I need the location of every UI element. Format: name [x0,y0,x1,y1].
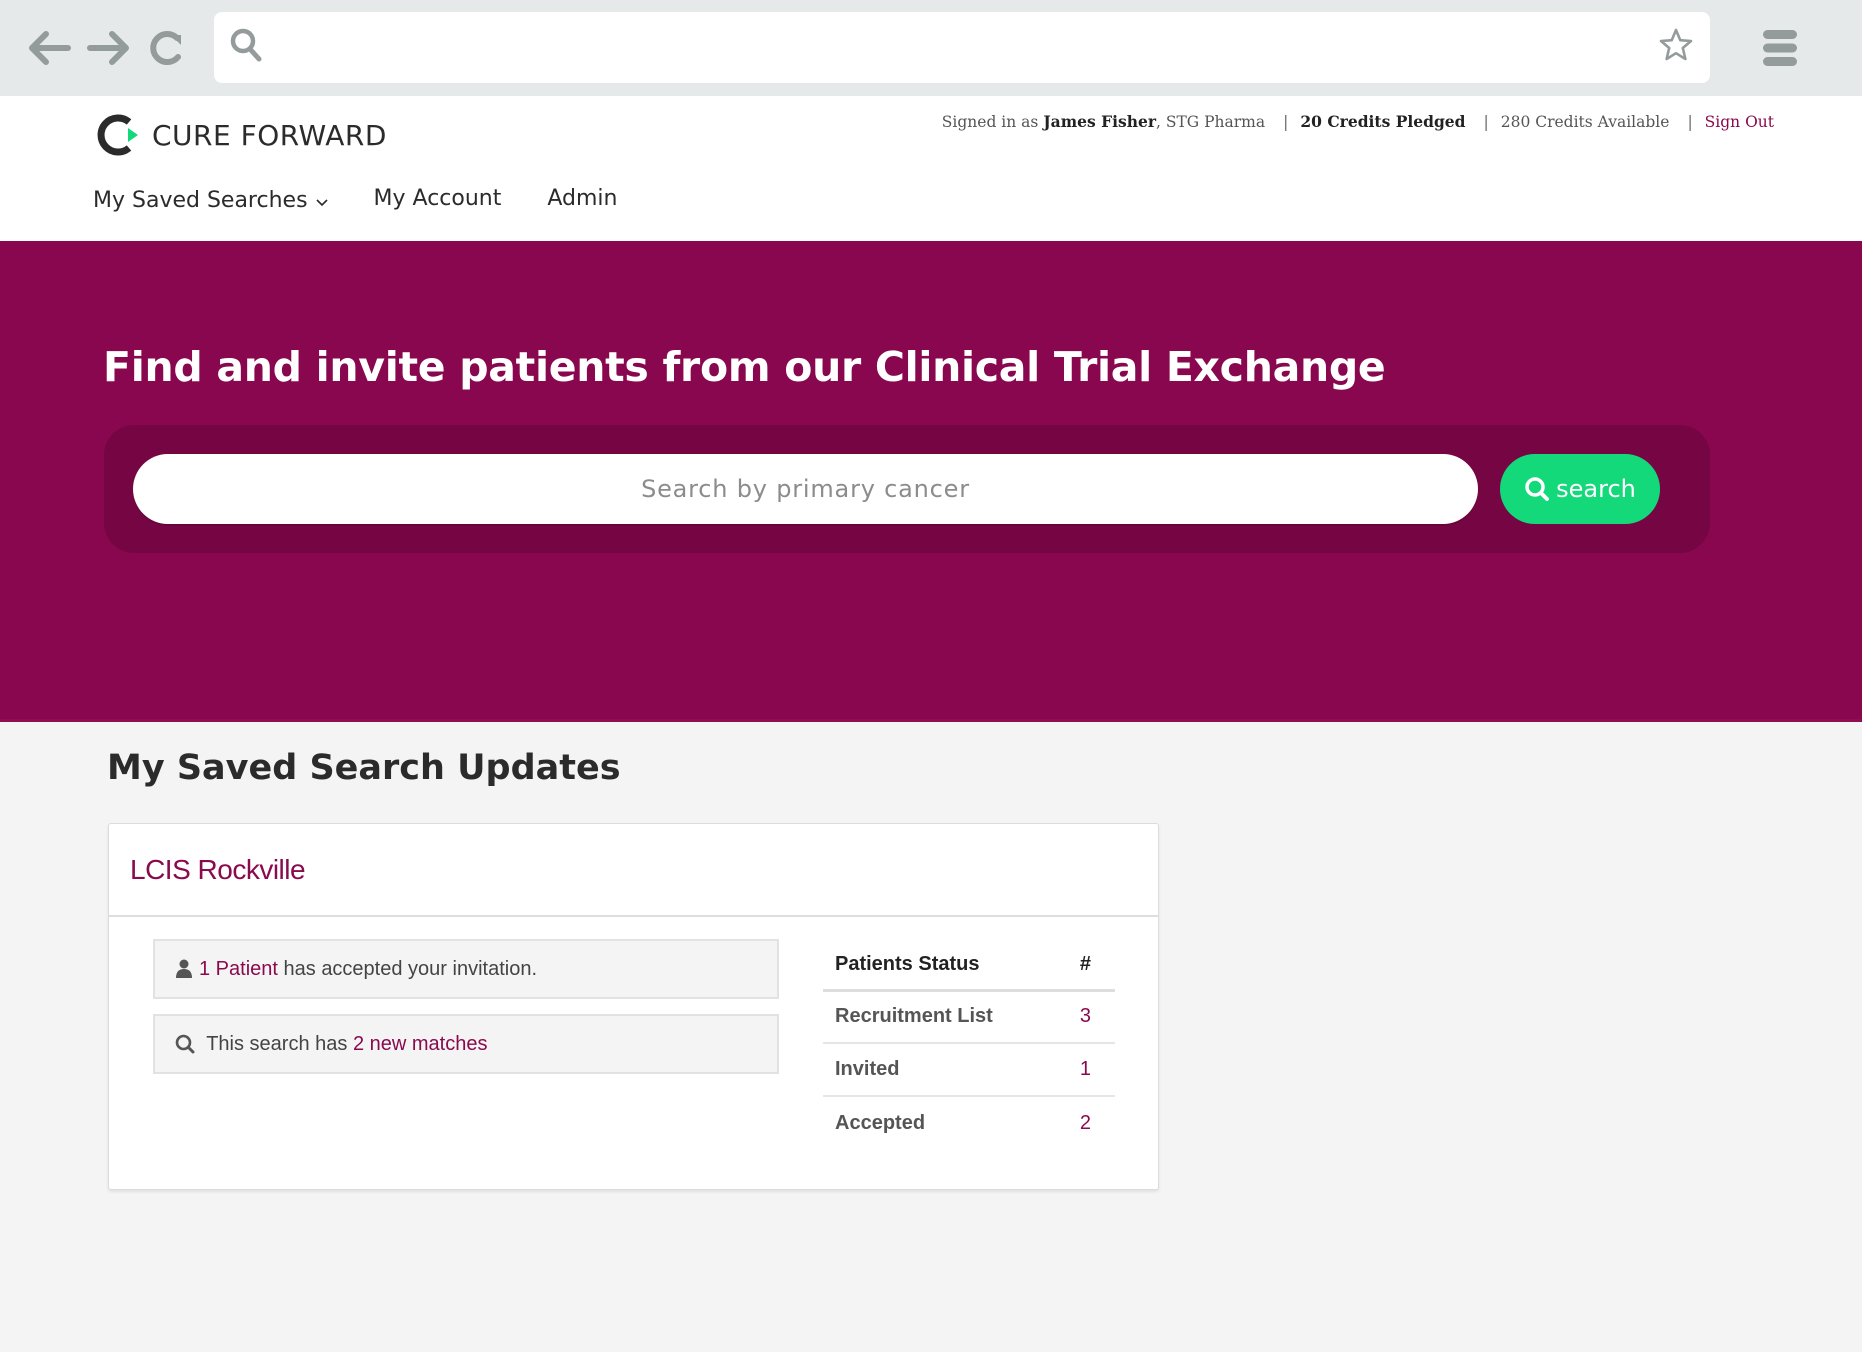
alert-text: This search has [201,1032,353,1055]
logo-text: CURE FORWARD [152,118,387,152]
nav-label: My Saved Searches [93,188,308,213]
cure-forward-logo-icon [97,114,138,156]
user-icon [176,959,192,978]
credits-pledged: 20 Credits Pledged [1300,112,1466,131]
section-title: My Saved Search Updates [107,748,621,788]
search-button[interactable]: search [1500,454,1660,524]
divider: | [1483,112,1489,131]
status-label: Invited [823,1043,1055,1097]
search-icon [175,1034,195,1054]
reload-button[interactable] [144,26,188,70]
nav-label: My Account [373,186,502,211]
patient-count-link[interactable]: 1 Patient [199,958,278,981]
address-bar[interactable] [214,12,1710,83]
arrow-left-icon [29,31,71,65]
table-row: Accepted 2 [823,1096,1115,1149]
main-nav: My Saved Searches My Account Admin [93,186,664,213]
back-button[interactable] [28,26,72,70]
primary-cancer-search-input[interactable] [133,454,1478,524]
hamburger-menu-icon[interactable] [1762,29,1798,67]
column-header-status: Patients Status [823,940,1055,992]
alert-text: has accepted your invitation. [277,957,538,980]
reload-icon [150,31,181,66]
chevron-down-icon [315,198,328,206]
logo[interactable]: CURE FORWARD [94,112,387,158]
search-button-label: search [1556,475,1636,503]
saved-search-card: LCIS Rockville 1 Patient has accepted yo… [108,823,1159,1190]
search-panel: search [104,425,1710,553]
new-matches-alert: This search has 2 new matches [153,1014,779,1074]
nav-my-saved-searches[interactable]: My Saved Searches [93,188,328,213]
divider: | [1283,112,1289,131]
nav-admin[interactable]: Admin [547,186,617,211]
user-name: James Fisher [1043,112,1156,131]
hero-title: Find and invite patients from our Clinic… [103,343,1386,391]
table-row: Recruitment List 3 [823,990,1115,1044]
user-bar: Signed in as James Fisher, STG Pharma | … [942,112,1774,131]
search-icon [230,28,262,62]
table-row: Invited 1 [823,1043,1115,1097]
nav-label: Admin [547,186,618,211]
patients-status-table: Patients Status # Recruitment List 3 Inv… [823,940,1115,1149]
status-label: Recruitment List [823,990,1055,1044]
nav-my-account[interactable]: My Account [374,186,502,211]
forward-button[interactable] [86,26,130,70]
card-header: LCIS Rockville [109,824,1158,917]
arrow-right-icon [87,31,129,65]
user-org: , STG Pharma [1156,112,1266,131]
status-count-link[interactable]: 2 [1055,1096,1115,1149]
search-icon [1525,477,1550,501]
new-matches-link[interactable]: 2 new matches [353,1033,488,1056]
site-header: CURE FORWARD Signed in as James Fisher, … [0,96,1862,241]
sign-out-link[interactable]: Sign Out [1705,113,1774,131]
table-header-row: Patients Status # [823,940,1115,992]
signed-in-label: Signed in as [941,112,1039,131]
status-label: Accepted [835,1111,926,1134]
credits-available: 280 Credits Available [1500,112,1670,131]
status-count-link[interactable]: 1 [1055,1043,1115,1097]
hero-banner: Find and invite patients from our Clinic… [0,241,1862,722]
column-header-count: # [1055,940,1115,992]
divider: | [1687,112,1693,131]
accepted-invitation-alert: 1 Patient has accepted your invitation. [153,939,779,999]
browser-toolbar [0,0,1862,96]
saved-search-title-link[interactable]: LCIS Rockville [130,854,306,886]
bookmark-star-icon[interactable] [1658,27,1694,63]
status-count-link[interactable]: 3 [1055,990,1115,1044]
